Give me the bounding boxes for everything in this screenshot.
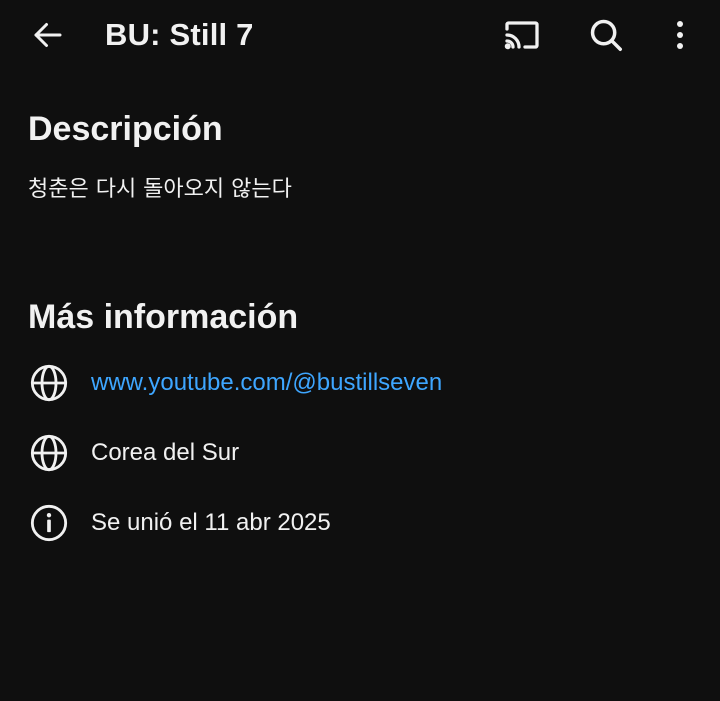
back-button[interactable] — [22, 14, 74, 60]
cast-icon — [502, 17, 542, 58]
joined-date-text: Se unió el 11 abr 2025 — [91, 509, 331, 536]
description-heading: Descripción — [28, 110, 223, 148]
page-title: BU: Still 7 — [105, 17, 254, 52]
search-button[interactable] — [580, 14, 632, 60]
search-icon — [587, 16, 625, 59]
joined-date-row: Se unió el 11 abr 2025 — [28, 501, 331, 545]
top-app-bar: BU: Still 7 — [0, 0, 720, 76]
more-options-button[interactable] — [660, 14, 700, 60]
info-icon — [28, 502, 70, 544]
globe-icon — [28, 362, 70, 404]
globe-icon — [28, 432, 70, 474]
channel-link-row[interactable]: www.youtube.com/@bustillseven — [28, 361, 442, 405]
channel-link[interactable]: www.youtube.com/@bustillseven — [91, 369, 442, 397]
more-info-heading: Más información — [28, 298, 299, 336]
description-text: 청춘은 다시 돌아오지 않는다 — [28, 177, 292, 202]
arrow-left-icon — [30, 17, 66, 58]
cast-button[interactable] — [496, 14, 548, 60]
more-vertical-icon — [675, 20, 685, 55]
country-row: Corea del Sur — [28, 431, 239, 475]
country-text: Corea del Sur — [91, 439, 240, 466]
